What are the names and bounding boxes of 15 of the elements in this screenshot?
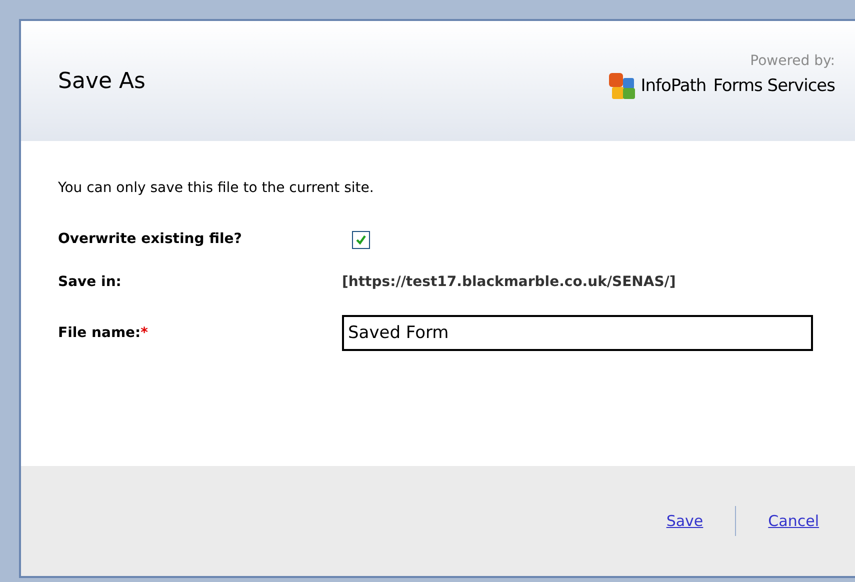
overwrite-checkbox[interactable] [352,230,370,248]
checkmark-icon [355,234,367,246]
office-logo-icon [608,72,638,102]
file-name-label: File name:* [58,324,149,342]
overwrite-label: Overwrite existing file? [58,230,243,249]
file-name-field[interactable]: Saved Form [342,315,813,351]
dialog-link[interactable]: Save [666,510,704,532]
powered-by-text: Powered by: [750,52,835,70]
info-message: You can only save this file to the current site. [58,179,375,198]
product-suffix: Forms Services [713,74,835,98]
dialog-title: Save As [58,68,146,96]
save-in-path: [https://test17.blackmarble.co.uk/SENAS/] [342,273,677,292]
save-in-label: Save in: [58,273,122,292]
product-name: InfoPath [640,74,706,98]
dialog-link[interactable]: Cancel [768,510,819,532]
